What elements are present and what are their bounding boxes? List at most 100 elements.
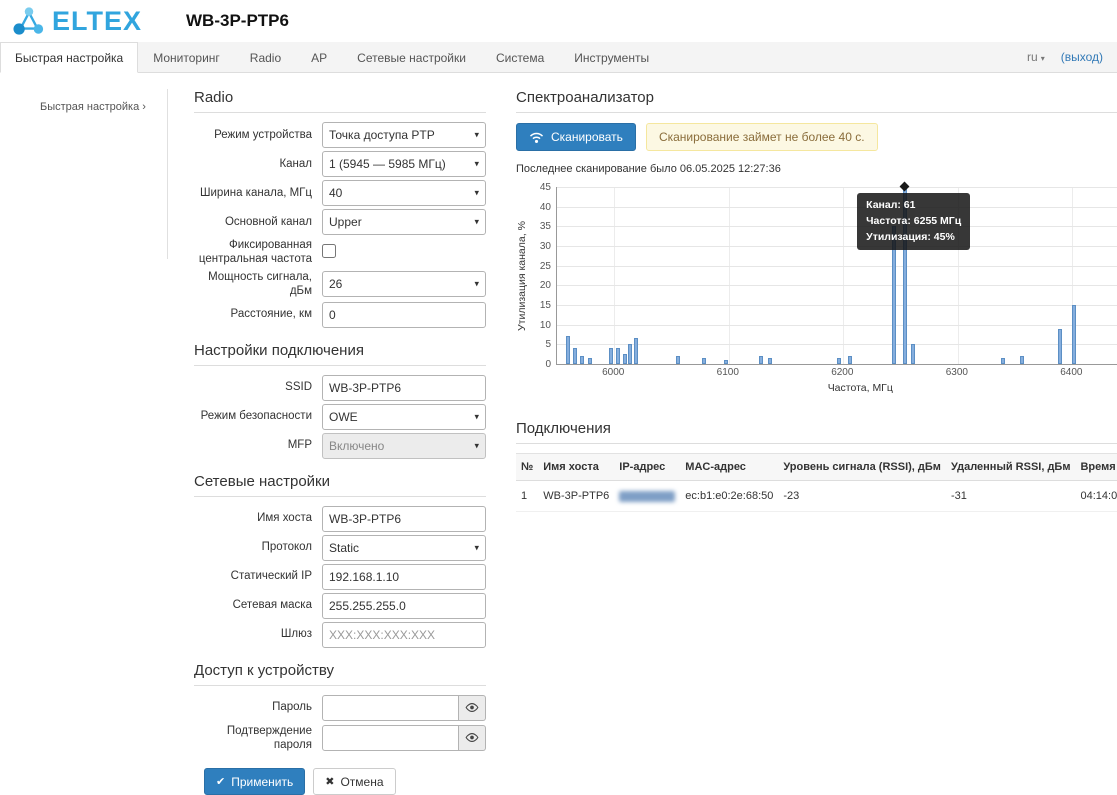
section-title: Сетевые настройки: [194, 473, 486, 497]
y-tick-label: 45: [540, 182, 551, 193]
nav-tab[interactable]: Инструменты: [559, 42, 664, 72]
protocol-select[interactable]: Static: [322, 535, 486, 561]
field-control: [322, 725, 486, 751]
spectrum-bar[interactable]: [628, 344, 632, 364]
channel-width-select-wrap: 40▾: [322, 180, 486, 206]
tx-power-select[interactable]: 26: [322, 271, 486, 297]
field-control: [322, 593, 486, 619]
apply-button-label: Применить: [231, 775, 293, 789]
eltex-logo-icon: [10, 5, 48, 37]
nav-tab[interactable]: Radio: [235, 42, 296, 72]
form-row-security-mode: Режим безопасностиOWE▾: [194, 404, 486, 430]
field-control: [322, 695, 486, 721]
nav-tab[interactable]: Система: [481, 42, 559, 72]
connections-body: 1WB-3P-PTP6ec:b1:e0:2e:68:50-23-3104:14:…: [516, 481, 1117, 512]
spectrum-bar[interactable]: [566, 336, 570, 364]
section-title: Radio: [194, 89, 486, 113]
spectrum-bar[interactable]: [623, 354, 627, 364]
connections-table: №Имя хостаIP-адресMAC-адресУровень сигна…: [516, 453, 1117, 512]
spectrum-bar[interactable]: [1058, 329, 1062, 364]
distance-input[interactable]: [322, 302, 486, 328]
spectrum-bar[interactable]: [1001, 358, 1005, 364]
protocol-select-wrap: Static▾: [322, 535, 486, 561]
security-mode-select[interactable]: OWE: [322, 404, 486, 430]
column-header: Имя хоста: [538, 454, 614, 481]
scan-button[interactable]: Сканировать: [516, 123, 636, 151]
table-cell: -31: [946, 481, 1076, 512]
y-tick-label: 25: [540, 261, 551, 272]
cancel-button[interactable]: ✖Отмена: [313, 768, 395, 795]
form-row-channel-width: Ширина канала, МГц40▾: [194, 180, 486, 206]
field-label: MFP: [194, 438, 322, 452]
show-password-button[interactable]: [459, 695, 486, 721]
language-selector[interactable]: ru▾: [1027, 50, 1045, 64]
spectrum-bar[interactable]: [702, 358, 706, 364]
field-control: [322, 375, 486, 401]
x-axis-labels: 60006100620063006400: [556, 365, 1117, 379]
spectrum-bar[interactable]: [759, 356, 763, 364]
column-header: Удаленный RSSI, дБм: [946, 454, 1076, 481]
spectrum-bar[interactable]: [588, 358, 592, 364]
static-ip-input[interactable]: [322, 564, 486, 590]
field-label: Сетевая маска: [194, 598, 322, 612]
show-password-button[interactable]: [459, 725, 486, 751]
spectrum-bar[interactable]: [1020, 356, 1024, 364]
gridline-horizontal: [557, 344, 1117, 345]
nav-tab[interactable]: Мониторинг: [138, 42, 235, 72]
section-title: Настройки подключения: [194, 342, 486, 366]
field-control: [322, 564, 486, 590]
form-row-primary-channel: Основной каналUpper▾: [194, 209, 486, 235]
spectrum-bar[interactable]: [768, 358, 772, 364]
field-label: Шлюз: [194, 627, 322, 641]
channel-select[interactable]: 1 (5945 — 5985 МГц): [322, 151, 486, 177]
check-icon: ✔: [216, 775, 225, 788]
spectrum-bar[interactable]: [634, 338, 638, 364]
netmask-input[interactable]: [322, 593, 486, 619]
form-row-netmask: Сетевая маска: [194, 593, 486, 619]
field-control: Точка доступа PTP▾: [322, 122, 486, 148]
nav-tab[interactable]: AP: [296, 42, 342, 72]
fixed-center-frequency-checkbox[interactable]: [322, 244, 336, 258]
field-label: Подтверждение пароля: [194, 724, 322, 753]
spectrum-bar[interactable]: [1072, 305, 1076, 364]
form-row-password-confirm: Подтверждение пароля: [194, 724, 486, 753]
gridline-horizontal: [557, 305, 1117, 306]
field-label: SSID: [194, 380, 322, 394]
field-control: 26▾: [322, 271, 486, 297]
spectrum-bar[interactable]: [676, 356, 680, 364]
nav-tab[interactable]: Быстрая настройка: [0, 42, 138, 73]
logout-link[interactable]: (выход): [1061, 50, 1103, 64]
page-title: WB-3P-PTP6: [186, 11, 289, 31]
sidebar: Быстрая настройка ›: [0, 89, 168, 259]
gridline-horizontal: [557, 246, 1117, 247]
channel-width-select[interactable]: 40: [322, 180, 486, 206]
apply-button[interactable]: ✔ Применить: [204, 768, 305, 795]
y-axis-title: Утилизация канала, %: [516, 187, 530, 365]
ssid-input[interactable]: [322, 375, 486, 401]
cancel-button-label: Отмена: [340, 775, 383, 789]
spectrum-bar[interactable]: [580, 356, 584, 364]
nav-tab[interactable]: Сетевые настройки: [342, 42, 481, 72]
device-mode-select[interactable]: Точка доступа PTP: [322, 122, 486, 148]
password-confirm-input[interactable]: [322, 725, 459, 751]
wifi-scan-icon: [529, 131, 544, 144]
field-label: Канал: [194, 157, 322, 171]
spectrum-bar[interactable]: [848, 356, 852, 364]
y-tick-label: 35: [540, 221, 551, 232]
nav-tabs: Быстрая настройкаМониторингRadioAPСетевы…: [0, 42, 664, 72]
password-input[interactable]: [322, 695, 459, 721]
table-cell: 04:14:04: [1075, 481, 1117, 512]
spectrum-bar[interactable]: [616, 348, 620, 364]
gateway-input[interactable]: [322, 622, 486, 648]
spectrum-bar[interactable]: [724, 360, 728, 364]
hostname-input[interactable]: [322, 506, 486, 532]
mfp-select[interactable]: Включено: [322, 433, 486, 459]
spectrum-bar[interactable]: [609, 348, 613, 364]
spectrum-bar[interactable]: [911, 344, 915, 364]
primary-channel-select[interactable]: Upper: [322, 209, 486, 235]
gridline-vertical: [614, 187, 615, 364]
spectrum-bar[interactable]: [837, 358, 841, 364]
sidebar-item-quick-setup[interactable]: Быстрая настройка ›: [0, 89, 167, 113]
spectrum-bar[interactable]: [573, 348, 577, 364]
ip-redacted: [619, 491, 675, 502]
